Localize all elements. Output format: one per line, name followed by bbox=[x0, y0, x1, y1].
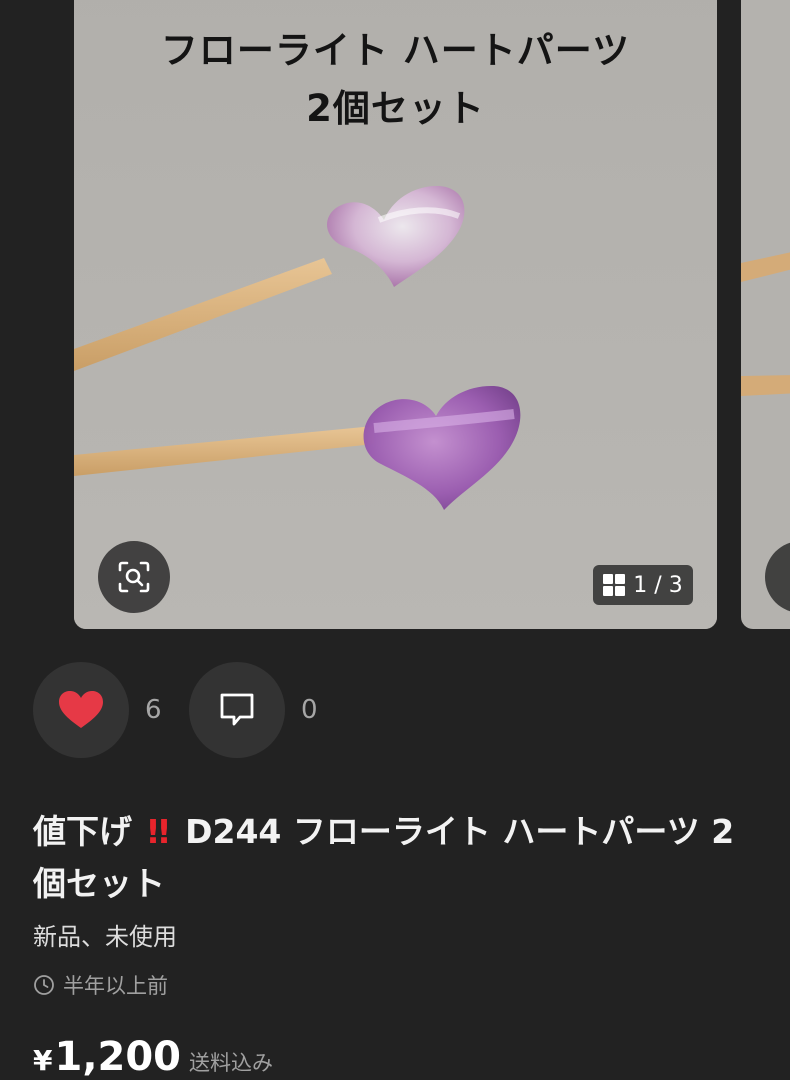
image-caption-line2: 2個セット bbox=[306, 87, 485, 130]
image-caption-line1: フローライト ハートパーツ bbox=[160, 29, 631, 72]
image-caption: フローライト ハートパーツ 2個セット bbox=[74, 22, 717, 138]
price-amount: 1,200 bbox=[54, 1034, 182, 1080]
item-condition: 新品、未使用 bbox=[33, 923, 177, 951]
gallery-grid-icon bbox=[603, 574, 626, 596]
posted-time-text: 半年以上前 bbox=[63, 974, 168, 998]
action-bar: 6 0 bbox=[33, 662, 345, 758]
like-button[interactable] bbox=[33, 662, 129, 758]
comment-icon bbox=[220, 693, 254, 726]
clock-icon bbox=[34, 975, 54, 995]
comment-count: 0 bbox=[301, 695, 318, 725]
item-title: 値下げ !! D244 フローライト ハートパーツ 2個セット bbox=[33, 806, 763, 910]
item-title-prefix: 値下げ bbox=[33, 812, 132, 851]
posted-time: 半年以上前 bbox=[33, 970, 168, 1000]
like-count: 6 bbox=[145, 695, 162, 725]
heart-icon bbox=[59, 691, 103, 728]
price-currency: ¥ bbox=[33, 1044, 53, 1077]
next-product-image[interactable] bbox=[741, 0, 790, 629]
zoom-scan-icon bbox=[118, 561, 150, 593]
next-product-photo bbox=[741, 252, 790, 396]
shipping-note: 送料込み bbox=[189, 1051, 274, 1075]
zoom-button[interactable] bbox=[98, 541, 170, 613]
price: ¥ 1,200 送料込み bbox=[33, 1034, 273, 1080]
image-counter-text: 1 / 3 bbox=[633, 572, 683, 598]
comment-button[interactable] bbox=[189, 662, 285, 758]
double-exclamation-icon: !! bbox=[145, 812, 172, 851]
image-carousel[interactable]: フローライト ハートパーツ 2個セット 1 / 3 bbox=[0, 0, 790, 640]
item-title-rest: D244 フローライト ハートパーツ 2個セット bbox=[33, 812, 735, 903]
image-counter[interactable]: 1 / 3 bbox=[593, 565, 693, 605]
product-image[interactable]: フローライト ハートパーツ 2個セット 1 / 3 bbox=[74, 0, 717, 629]
